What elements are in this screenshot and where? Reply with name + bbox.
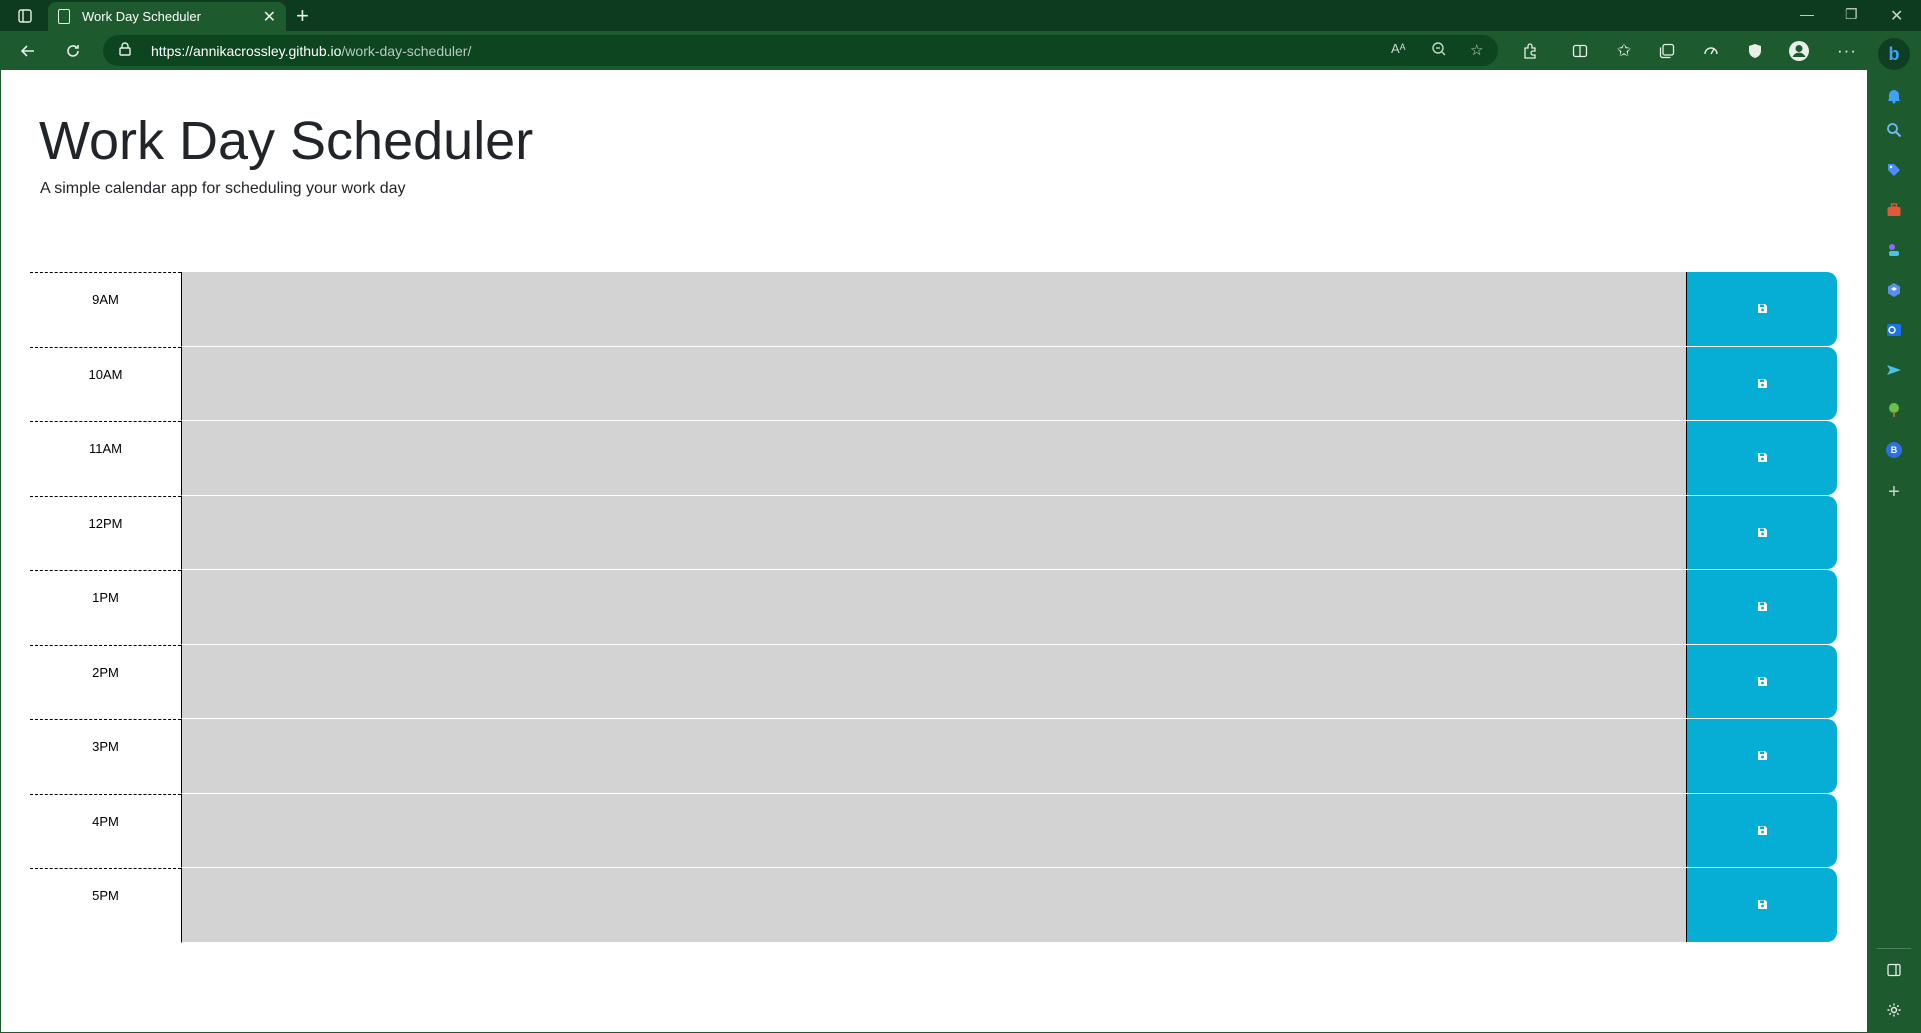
event-description-textarea[interactable] [181, 644, 1686, 719]
time-block-row: 12PM [30, 495, 1838, 571]
read-aloud-icon[interactable]: Aᴬ [1391, 41, 1406, 56]
tree-icon[interactable] [1881, 397, 1907, 423]
performance-icon[interactable] [1698, 38, 1724, 64]
page-subtitle: A simple calendar app for scheduling you… [40, 180, 406, 197]
bell-icon[interactable] [1881, 83, 1907, 109]
page-viewport: Work Day Scheduler A simple calendar app… [1, 70, 1867, 1032]
hour-label: 5PM [30, 868, 181, 943]
add-sidebar-app-icon[interactable]: + [1881, 479, 1907, 505]
event-description-textarea[interactable] [181, 570, 1686, 645]
minimize-icon[interactable]: — [1800, 6, 1814, 22]
save-icon [1757, 751, 1767, 761]
bing-chat-button[interactable]: b [1878, 38, 1910, 70]
shopping-tag-icon[interactable] [1881, 157, 1907, 183]
sidebar-divider [1877, 948, 1911, 949]
time-block-row: 11AM [30, 421, 1838, 496]
save-button[interactable] [1686, 421, 1837, 495]
save-button[interactable] [1686, 644, 1837, 718]
address-bar[interactable]: https://annikacrossley.github.io/work-da… [103, 35, 1498, 66]
collections-icon[interactable] [1654, 38, 1680, 64]
zoom-out-icon[interactable] [1431, 41, 1447, 61]
time-block-row: 1PM [30, 570, 1838, 645]
hour-label: 11AM [30, 421, 181, 496]
more-options-icon[interactable]: ··· [1834, 38, 1860, 64]
browser-window: Work Day Scheduler ✕ + — ❐ ✕ https://ann… [0, 0, 1921, 1033]
schedule-container: 9AM 10AM 11AM 12PM 1PM 2PM 3PM 4PM 5PM [30, 272, 1838, 943]
hour-label: 4PM [30, 793, 181, 869]
profile-letter: B [1886, 442, 1902, 458]
tab-title: Work Day Scheduler [82, 9, 201, 24]
games-icon[interactable] [1881, 237, 1907, 263]
hour-label: 3PM [30, 719, 181, 794]
hour-label: 2PM [30, 644, 181, 720]
time-block-row: 3PM [30, 719, 1838, 794]
drop-send-icon[interactable] [1881, 357, 1907, 383]
hide-sidebar-icon[interactable] [1881, 957, 1907, 983]
time-block-row: 10AM [30, 346, 1838, 422]
hour-label: 9AM [30, 272, 181, 347]
save-button[interactable] [1686, 570, 1837, 644]
save-icon [1757, 825, 1767, 835]
edge-sidebar: B + [1867, 31, 1921, 1033]
save-button[interactable] [1686, 793, 1837, 867]
event-description-textarea[interactable] [181, 868, 1686, 943]
save-button[interactable] [1686, 719, 1837, 793]
title-bar: Work Day Scheduler ✕ + — ❐ ✕ [0, 0, 1921, 31]
event-description-textarea[interactable] [181, 495, 1686, 570]
save-icon [1757, 378, 1767, 388]
save-icon [1757, 304, 1767, 314]
page-title: Work Day Scheduler [39, 111, 534, 171]
settings-gear-icon[interactable] [1881, 997, 1907, 1023]
favorites-icon[interactable]: ✩ [1611, 38, 1637, 64]
split-screen-icon[interactable] [1567, 38, 1593, 64]
save-icon [1757, 900, 1767, 910]
favorite-star-icon[interactable]: ☆ [1470, 41, 1483, 59]
save-icon [1757, 453, 1767, 463]
extensions-icon[interactable] [1517, 38, 1543, 64]
url-path: /work-day-scheduler/ [341, 43, 472, 59]
search-icon[interactable] [1881, 117, 1907, 143]
microsoft-365-icon[interactable] [1881, 277, 1907, 303]
save-icon [1757, 527, 1767, 537]
save-icon [1757, 676, 1767, 686]
save-icon [1757, 602, 1767, 612]
save-button[interactable] [1686, 346, 1837, 420]
page-icon [58, 9, 70, 24]
refresh-icon[interactable] [60, 38, 86, 64]
hour-label: 12PM [30, 495, 181, 571]
time-block-row: 2PM [30, 644, 1838, 720]
tools-icon[interactable] [1881, 197, 1907, 223]
close-tab-icon[interactable]: ✕ [263, 7, 276, 27]
url-host: https://annikacrossley.github.io [151, 43, 342, 59]
event-description-textarea[interactable] [181, 346, 1686, 421]
profile-avatar-icon[interactable] [1786, 38, 1812, 64]
hour-label: 10AM [30, 346, 181, 422]
event-description-textarea[interactable] [181, 421, 1686, 496]
lock-icon[interactable] [119, 42, 131, 61]
time-block-row: 4PM [30, 793, 1838, 869]
back-icon[interactable] [15, 38, 41, 64]
browser-toolbar: https://annikacrossley.github.io/work-da… [0, 31, 1921, 70]
bing-b-icon[interactable]: B [1881, 437, 1907, 463]
time-block-row: 9AM [30, 272, 1838, 347]
restore-icon[interactable]: ❐ [1845, 6, 1858, 23]
hour-label: 1PM [30, 570, 181, 645]
event-description-textarea[interactable] [181, 719, 1686, 794]
save-button[interactable] [1686, 495, 1837, 569]
url-text[interactable]: https://annikacrossley.github.io/work-da… [151, 43, 471, 59]
new-tab-button[interactable]: + [296, 3, 309, 29]
save-button[interactable] [1686, 272, 1837, 346]
outlook-icon[interactable] [1881, 317, 1907, 343]
time-block-row: 5PM [30, 868, 1838, 943]
tab-actions-icon[interactable] [10, 5, 40, 27]
event-description-textarea[interactable] [181, 272, 1686, 347]
browser-tab[interactable]: Work Day Scheduler ✕ [48, 2, 286, 31]
browser-essentials-icon[interactable] [1742, 38, 1768, 64]
event-description-textarea[interactable] [181, 793, 1686, 868]
close-window-icon[interactable]: ✕ [1890, 6, 1903, 26]
save-button[interactable] [1686, 868, 1837, 942]
